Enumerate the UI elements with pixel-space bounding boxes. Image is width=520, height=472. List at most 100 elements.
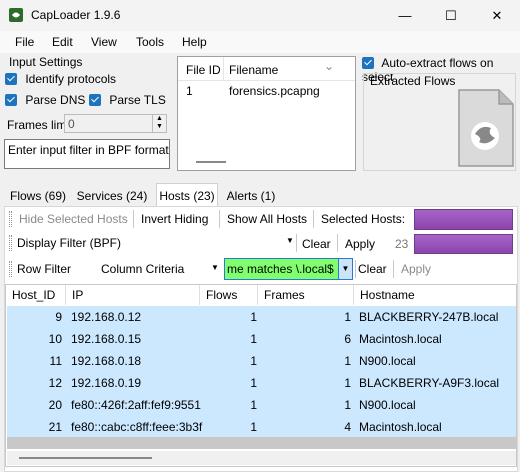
cell-host-id: 10 [48,332,62,346]
row-filter-label: Row Filter [17,262,72,276]
cell-host-id: 11 [49,354,62,368]
chevron-down-icon: ⌄ [324,59,335,73]
menu-file[interactable]: File [15,35,34,49]
grid-filler [7,437,516,449]
toolbar-grip[interactable] [9,211,12,227]
cell-ip: 192.168.0.12 [71,310,142,324]
file-row-name[interactable]: forensics.pcapng [229,84,320,98]
tab-hosts[interactable]: Hosts (23) [156,183,218,207]
bpf-filter-text: Enter input filter in BPF format [8,143,169,157]
dropdown-arrow-icon[interactable]: ▼ [286,236,294,245]
menu-edit[interactable]: Edit [52,35,73,49]
minimize-button[interactable]: — [382,0,428,31]
col-flows[interactable]: Flows [200,285,258,305]
tab-services[interactable]: Services (24) [74,185,150,206]
dropdown-arrow-icon[interactable]: ▼ [338,259,352,279]
cell-hostname: Macintosh.local [359,332,442,346]
frames-limit-spinner[interactable]: 0 ▲ ▼ [64,114,167,133]
close-button[interactable]: ✕ [474,0,520,31]
parse-dns-label: Parse DNS [25,93,86,107]
checkbox-checked-icon [5,73,17,85]
display-filter-apply-button[interactable]: Apply [345,237,375,251]
table-row[interactable]: 10 192.168.0.15 1 6 Macintosh.local [7,328,516,350]
table-row[interactable]: 11 192.168.0.18 1 1 N900.local [7,350,516,372]
spinner-arrows[interactable]: ▲ ▼ [152,115,166,132]
row-filter-expression-input[interactable]: me matches \.local$ ▼ [224,258,353,280]
parse-dns-checkbox[interactable]: Parse DNS [5,93,85,107]
title-bar: CapLoader 1.9.6 — ☐ ✕ [0,0,520,31]
cell-host-id: 21 [48,420,62,434]
host-count: 23 [395,237,409,251]
scrollbar-thumb[interactable] [19,457,152,459]
display-filter-color[interactable] [414,234,513,254]
identify-protocols-checkbox[interactable]: Identify protocols [5,72,116,86]
toolbar-grip[interactable] [9,261,12,277]
cell-host-id: 20 [48,398,62,412]
frames-limit-label: Frames limit [7,118,73,132]
identify-protocols-label: Identify protocols [25,72,117,86]
extracted-flows-box[interactable]: Extracted Flows [363,73,516,171]
cell-flows: 1 [250,376,257,390]
maximize-button[interactable]: ☐ [428,0,474,31]
col-file-id[interactable]: File ID [186,63,221,77]
show-all-hosts-button[interactable]: Show All Hosts [227,212,307,226]
cell-ip: fe80::cabc:c8ff:feee:3b3f [71,420,203,434]
dropdown-arrow-icon[interactable]: ▼ [211,263,219,272]
document-icon [458,89,514,167]
col-frames[interactable]: Frames [258,285,354,305]
toolbar-grip[interactable] [9,235,12,251]
table-row[interactable]: 21 fe80::cabc:c8ff:feee:3b3f 1 4 Macintosh.l… [7,416,516,438]
row-filter-clear-button[interactable]: Clear [358,262,387,276]
file-list-header: File ID Filename ⌄ [178,57,355,81]
table-row[interactable]: 12 192.168.0.19 1 1 BLACKBERRY-A9F3.local [7,372,516,394]
cell-frames: 1 [344,398,351,412]
checkbox-checked-icon [362,57,374,69]
file-list[interactable]: File ID Filename ⌄ 1 forensics.pcapng [177,56,356,171]
frames-limit-value: 0 [68,117,75,131]
bpf-filter-input[interactable]: Enter input filter in BPF format [4,139,170,169]
cell-ip: fe80::426f:2aff:fef9:9551 [71,398,201,412]
selected-hosts-color[interactable] [414,209,513,230]
column-criteria-label: Column Criteria [101,262,185,276]
horizontal-scrollbar[interactable] [7,451,516,465]
tab-alerts[interactable]: Alerts (1) [224,185,278,206]
menu-tools[interactable]: Tools [136,35,164,49]
cell-flows: 1 [250,354,257,368]
cell-frames: 1 [344,354,351,368]
tab-flows[interactable]: Flows (69) [7,185,69,206]
horizontal-scrollbar[interactable] [196,161,226,163]
invert-hiding-button[interactable]: Invert Hiding [141,212,208,226]
col-ip[interactable]: IP [66,285,200,305]
menu-help[interactable]: Help [182,35,207,49]
cell-host-id: 9 [55,310,62,324]
cell-ip: 192.168.0.18 [71,354,142,368]
col-host-id[interactable]: Host_ID [6,285,66,305]
col-hostname[interactable]: Hostname [354,285,516,305]
cell-flows: 1 [250,398,257,412]
row-filter-expression-text: me matches \.local$ [227,262,334,276]
table-row[interactable]: 20 fe80::426f:2aff:fef9:9551 1 1 N900.local [7,394,516,416]
col-filename[interactable]: Filename [229,63,278,77]
row-filter-apply-button[interactable]: Apply [401,262,431,276]
column-criteria-combobox[interactable]: Column Criteria ▼ [95,258,222,279]
checkbox-checked-icon [5,94,17,106]
display-filter-clear-button[interactable]: Clear [302,237,331,251]
parse-tls-checkbox[interactable]: Parse TLS [89,93,166,107]
cell-flows: 1 [250,310,257,324]
parse-tls-label: Parse TLS [109,93,166,107]
window-title: CapLoader 1.9.6 [31,8,121,22]
cell-frames: 4 [344,420,351,434]
cell-ip: 192.168.0.15 [71,332,142,346]
display-filter-combobox[interactable]: Display Filter (BPF) ▼ [14,233,300,253]
file-row-id[interactable]: 1 [186,84,193,98]
cell-frames: 1 [344,310,351,324]
cell-hostname: BLACKBERRY-247B.local [359,310,499,324]
table-row[interactable]: 9 192.168.0.12 1 1 BLACKBERRY-247B.local [7,306,516,328]
hosts-grid[interactable]: Host_ID IP Flows Frames Hostname 9 192.16… [5,284,517,467]
hide-selected-hosts-button[interactable]: Hide Selected Hosts [19,212,128,226]
input-settings-label: Input Settings [9,55,83,69]
cell-hostname: BLACKBERRY-A9F3.local [359,376,500,390]
cell-frames: 1 [344,376,351,390]
cell-ip: 192.168.0.19 [71,376,142,390]
menu-view[interactable]: View [91,35,117,49]
